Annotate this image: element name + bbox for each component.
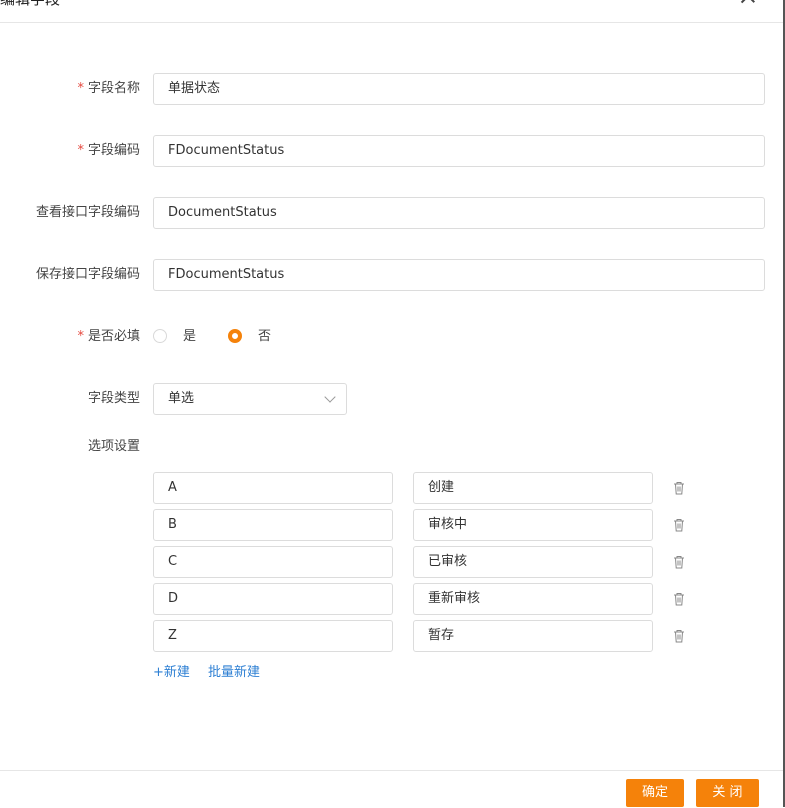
field-type-value: 单选 — [168, 391, 195, 406]
trash-icon[interactable] — [671, 591, 687, 607]
radio-no-label[interactable]: 否 — [258, 321, 271, 353]
required-mark: * — [77, 143, 84, 158]
option-actions: +新建 批量新建 — [153, 663, 274, 683]
save-api-code-label: 保存接口字段编码 — [35, 267, 140, 282]
radio-no[interactable] — [228, 329, 242, 343]
save-api-code-input[interactable]: FDocumentStatus — [153, 259, 765, 291]
chevron-down-icon — [324, 391, 336, 403]
save-api-code-row: 保存接口字段编码 FDocumentStatus — [0, 259, 783, 291]
view-api-code-label: 查看接口字段编码 — [35, 205, 140, 220]
field-code-row: * 字段编码 FDocumentStatus — [0, 135, 783, 167]
is-required-label: * 是否必填 — [77, 329, 140, 344]
trash-icon[interactable] — [671, 517, 687, 533]
trash-icon[interactable] — [671, 628, 687, 644]
confirm-button[interactable]: 确定 — [626, 779, 684, 807]
option-value-input[interactable]: 已审核 — [413, 546, 653, 578]
option-value-input[interactable]: 审核中 — [413, 509, 653, 541]
is-required-row: * 是否必填 是 否 — [0, 321, 783, 353]
dialog-title: 编辑字段 — [0, 0, 60, 9]
field-code-label: * 字段编码 — [77, 143, 140, 158]
radio-yes[interactable] — [153, 329, 167, 343]
field-name-row: * 字段名称 单据状态 — [0, 73, 783, 105]
option-row: D 重新审核 — [0, 583, 783, 615]
radio-yes-label[interactable]: 是 — [183, 321, 196, 353]
options-settings-label: 选项设置 — [87, 439, 140, 454]
dialog-footer: 确定 关 闭 — [0, 770, 783, 808]
option-row: A 创建 — [0, 472, 783, 504]
field-code-input[interactable]: FDocumentStatus — [153, 135, 765, 167]
view-api-code-row: 查看接口字段编码 DocumentStatus — [0, 197, 783, 229]
option-key-input[interactable]: A — [153, 472, 393, 504]
option-row: Z 暂存 — [0, 620, 783, 652]
option-value-input[interactable]: 创建 — [413, 472, 653, 504]
close-icon[interactable] — [740, 0, 756, 5]
add-option-link[interactable]: +新建 — [153, 665, 190, 680]
close-button[interactable]: 关 闭 — [696, 779, 759, 807]
field-name-label: * 字段名称 — [77, 81, 140, 96]
field-type-select[interactable]: 单选 — [153, 383, 347, 415]
required-mark: * — [77, 81, 84, 96]
option-key-input[interactable]: D — [153, 583, 393, 615]
required-mark: * — [77, 329, 84, 344]
field-type-label: 字段类型 — [87, 391, 140, 406]
field-name-input[interactable]: 单据状态 — [153, 73, 765, 105]
batch-add-option-link[interactable]: 批量新建 — [208, 665, 260, 680]
option-key-input[interactable]: B — [153, 509, 393, 541]
view-api-code-input[interactable]: DocumentStatus — [153, 197, 765, 229]
option-value-input[interactable]: 重新审核 — [413, 583, 653, 615]
options-settings-row: 选项设置 — [0, 431, 783, 463]
option-key-input[interactable]: C — [153, 546, 393, 578]
dialog-header: 编辑字段 — [0, 0, 783, 23]
option-key-input[interactable]: Z — [153, 620, 393, 652]
option-value-input[interactable]: 暂存 — [413, 620, 653, 652]
trash-icon[interactable] — [671, 480, 687, 496]
option-row: B 审核中 — [0, 509, 783, 541]
trash-icon[interactable] — [671, 554, 687, 570]
option-row: C 已审核 — [0, 546, 783, 578]
field-type-row: 字段类型 单选 — [0, 383, 783, 415]
